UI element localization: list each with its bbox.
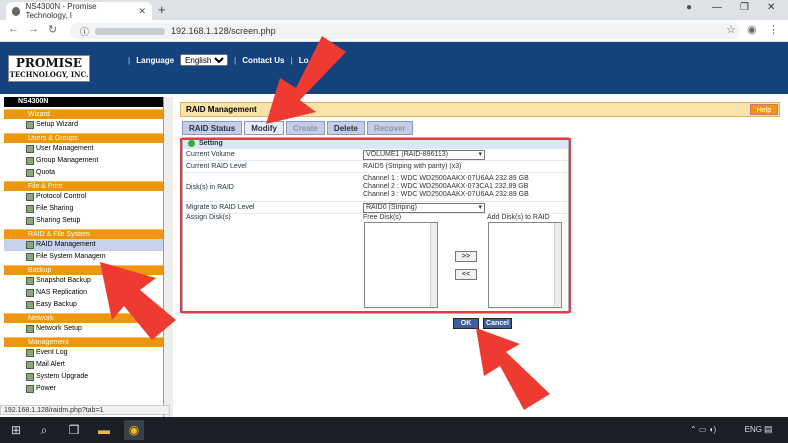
arrow-to-modify-tab [266, 36, 346, 124]
task-view-icon[interactable]: ❒ [64, 420, 84, 440]
tray-icons[interactable]: ⌃ ▭ ◖) [690, 425, 716, 434]
taskbar [0, 417, 788, 443]
chrome-icon[interactable]: ◉ [124, 420, 144, 440]
windows-start-icon[interactable]: ⊞ [6, 420, 26, 440]
annotation-arrows [100, 36, 550, 410]
search-icon[interactable]: ⌕ [34, 420, 54, 440]
arrow-to-raid-management [100, 262, 176, 340]
notification-icon[interactable]: ▤ [764, 424, 773, 435]
language-indicator[interactable]: ENG [745, 425, 762, 434]
file-explorer-icon[interactable]: ▬ [94, 420, 114, 440]
arrow-to-ok-button [476, 328, 550, 410]
